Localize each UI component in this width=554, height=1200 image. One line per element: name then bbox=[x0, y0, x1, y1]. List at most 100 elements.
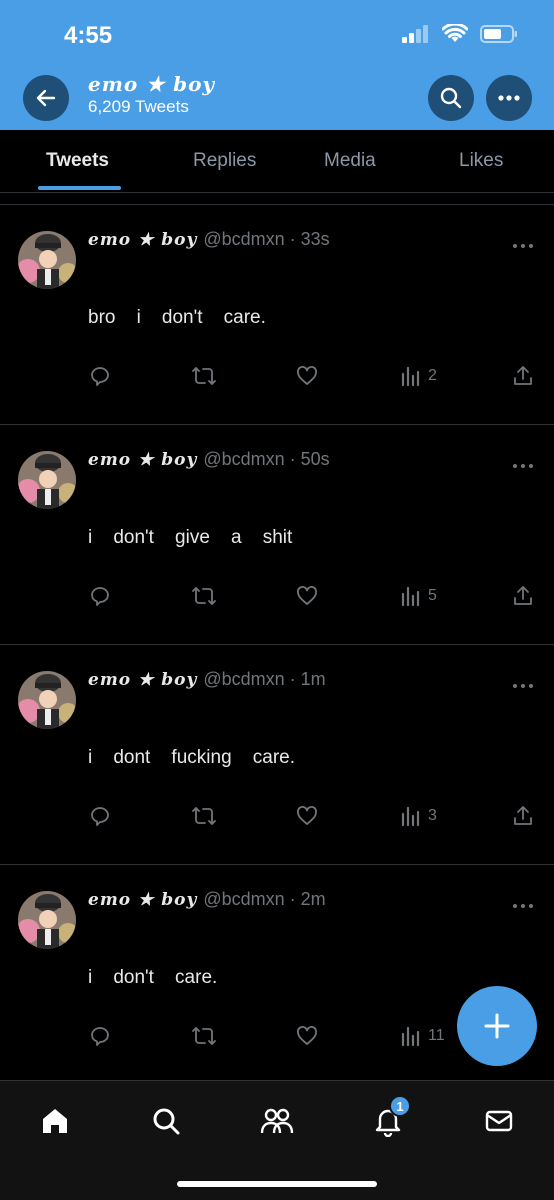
share-button[interactable] bbox=[511, 801, 535, 831]
active-tab-indicator bbox=[38, 186, 121, 190]
reply-icon bbox=[91, 1027, 109, 1046]
retweet-icon bbox=[192, 587, 216, 605]
reply-icon bbox=[91, 367, 109, 386]
profile-header: 4:55 emo ★ boy 6,209 Tweets bbox=[0, 0, 554, 130]
tweet-actions: 3 bbox=[0, 801, 554, 831]
communities-icon bbox=[260, 1108, 294, 1134]
search-icon bbox=[153, 1108, 180, 1135]
share-button[interactable] bbox=[511, 361, 535, 391]
reply-button[interactable] bbox=[88, 1021, 112, 1051]
like-button[interactable] bbox=[295, 361, 319, 391]
home-indicator bbox=[177, 1181, 377, 1187]
bottom-navigation: 1 bbox=[0, 1080, 554, 1200]
retweet-icon bbox=[192, 367, 216, 385]
tab-replies[interactable]: Replies bbox=[193, 150, 256, 172]
tweet-author-name[interactable]: emo ★ boy bbox=[88, 230, 197, 250]
tweet-text: i don't care. bbox=[88, 967, 218, 988]
more-horizontal-icon bbox=[498, 95, 520, 101]
search-icon bbox=[440, 87, 462, 109]
tweet-header: emo ★ boy @bcdmxn · 2m bbox=[88, 889, 326, 910]
avatar[interactable] bbox=[18, 671, 76, 729]
battery-icon bbox=[480, 25, 517, 43]
tweet-header: emo ★ boy @bcdmxn · 50s bbox=[88, 449, 330, 470]
tweet-item[interactable]: emo ★ boy @bcdmxn · 1m i dont fucking car… bbox=[0, 645, 554, 865]
tweet-text: i dont fucking care. bbox=[88, 747, 295, 768]
analytics-icon bbox=[401, 586, 420, 607]
nav-notifications[interactable]: 1 bbox=[368, 1095, 411, 1141]
reply-button[interactable] bbox=[88, 801, 112, 831]
tweet-header: emo ★ boy @bcdmxn · 33s bbox=[88, 229, 330, 250]
retweet-button[interactable] bbox=[191, 581, 217, 611]
retweet-icon bbox=[192, 1027, 216, 1045]
back-button[interactable] bbox=[23, 75, 69, 121]
tweet-text: i don't give a shit bbox=[88, 527, 293, 548]
heart-icon bbox=[297, 366, 317, 385]
home-icon bbox=[43, 1109, 67, 1133]
retweet-button[interactable] bbox=[191, 801, 217, 831]
compose-button[interactable] bbox=[457, 986, 537, 1066]
share-icon bbox=[514, 366, 532, 385]
view-count: 3 bbox=[428, 807, 437, 824]
messages-icon bbox=[485, 1110, 513, 1132]
avatar[interactable] bbox=[18, 891, 76, 949]
tweet-item[interactable]: emo ★ boy @bcdmxn · 33s bro i don't care. bbox=[0, 205, 554, 425]
retweet-button[interactable] bbox=[191, 1021, 217, 1051]
tweet-count: 6,209 Tweets bbox=[88, 97, 189, 116]
tweet-author-name[interactable]: emo ★ boy bbox=[88, 890, 197, 910]
heart-icon bbox=[297, 806, 317, 825]
retweet-button[interactable] bbox=[191, 361, 217, 391]
more-horizontal-icon bbox=[513, 904, 533, 908]
views-button[interactable]: 11 bbox=[400, 1021, 445, 1051]
heart-icon bbox=[297, 586, 317, 605]
view-count: 11 bbox=[428, 1027, 445, 1044]
cellular-signal-icon bbox=[402, 25, 428, 43]
status-time: 4:55 bbox=[64, 22, 113, 49]
avatar[interactable] bbox=[18, 231, 76, 289]
like-button[interactable] bbox=[295, 801, 319, 831]
notification-badge: 1 bbox=[389, 1095, 411, 1117]
tweet-author-name[interactable]: emo ★ boy bbox=[88, 670, 197, 690]
views-button[interactable]: 2 bbox=[400, 361, 437, 391]
status-icons bbox=[402, 24, 518, 44]
nav-home[interactable] bbox=[35, 1101, 75, 1141]
nav-communities[interactable] bbox=[257, 1101, 297, 1141]
like-button[interactable] bbox=[295, 1021, 319, 1051]
tab-tweets[interactable]: Tweets bbox=[46, 150, 109, 172]
retweet-icon bbox=[192, 807, 216, 825]
arrow-left-icon bbox=[36, 89, 56, 107]
view-count: 2 bbox=[428, 367, 437, 384]
tweet-text: bro i don't care. bbox=[88, 307, 266, 328]
tweet-item[interactable]: emo ★ boy @bcdmxn · 50s i don't give a sh… bbox=[0, 425, 554, 645]
more-button[interactable] bbox=[486, 75, 532, 121]
nav-messages[interactable] bbox=[479, 1101, 519, 1141]
tweet-handle-time: @bcdmxn · 33s bbox=[203, 229, 330, 249]
tweet-header: emo ★ boy @bcdmxn · 1m bbox=[88, 669, 326, 690]
tweet-more-button[interactable] bbox=[512, 453, 534, 474]
tab-likes[interactable]: Likes bbox=[459, 150, 503, 172]
tweet-author-name[interactable]: emo ★ boy bbox=[88, 450, 197, 470]
avatar[interactable] bbox=[18, 451, 76, 509]
wifi-icon bbox=[442, 24, 468, 42]
reply-button[interactable] bbox=[88, 581, 112, 611]
tweet-actions: 2 bbox=[0, 361, 554, 391]
more-horizontal-icon bbox=[513, 684, 533, 688]
views-button[interactable]: 5 bbox=[400, 581, 437, 611]
tweet-more-button[interactable] bbox=[512, 673, 534, 694]
views-button[interactable]: 3 bbox=[400, 801, 437, 831]
tweet-actions: 5 bbox=[0, 581, 554, 611]
analytics-icon bbox=[401, 366, 420, 387]
share-button[interactable] bbox=[511, 581, 535, 611]
search-button[interactable] bbox=[428, 75, 474, 121]
reply-icon bbox=[91, 807, 109, 826]
tweet-handle-time: @bcdmxn · 1m bbox=[203, 669, 326, 689]
nav-search[interactable] bbox=[146, 1101, 186, 1141]
reply-icon bbox=[91, 587, 109, 606]
tab-media[interactable]: Media bbox=[324, 150, 376, 172]
like-button[interactable] bbox=[295, 581, 319, 611]
tweet-more-button[interactable] bbox=[512, 893, 534, 914]
share-icon bbox=[514, 806, 532, 825]
profile-tabs: Tweets Replies Media Likes bbox=[0, 130, 554, 193]
reply-button[interactable] bbox=[88, 361, 112, 391]
more-horizontal-icon bbox=[513, 464, 533, 468]
tweet-more-button[interactable] bbox=[512, 233, 534, 254]
